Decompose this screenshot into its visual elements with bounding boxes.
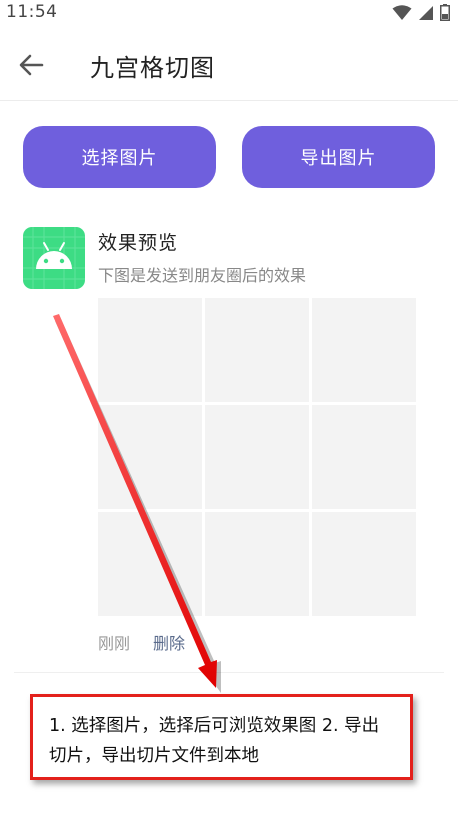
grid-cell[interactable]	[98, 298, 202, 402]
grid-cell[interactable]	[205, 512, 309, 616]
android-icon	[23, 227, 85, 289]
grid-cell[interactable]	[98, 512, 202, 616]
select-image-button[interactable]: 选择图片	[23, 126, 216, 188]
app-bar: 九宫格切图	[0, 28, 458, 101]
timestamp: 刚刚	[98, 634, 131, 653]
preview-subtitle: 下图是发送到朋友圈后的效果	[98, 266, 307, 285]
status-icons	[392, 4, 450, 21]
grid-cell[interactable]	[312, 405, 416, 509]
instruction-note: 1. 选择图片，选择后可浏览效果图 2. 导出切片，导出切片文件到本地	[30, 694, 413, 780]
arrow-left-icon[interactable]	[18, 52, 44, 78]
grid-cell[interactable]	[312, 298, 416, 402]
delete-link[interactable]: 删除	[153, 630, 185, 654]
battery-icon	[440, 4, 450, 21]
export-image-button[interactable]: 导出图片	[242, 126, 435, 188]
nine-grid-preview	[98, 298, 416, 616]
grid-cell[interactable]	[205, 298, 309, 402]
grid-cell[interactable]	[205, 405, 309, 509]
grid-cell[interactable]	[98, 405, 202, 509]
signal-icon	[419, 5, 433, 20]
wifi-icon	[392, 4, 412, 20]
grid-cell[interactable]	[312, 512, 416, 616]
divider	[14, 672, 444, 673]
preview-title: 效果预览	[98, 232, 179, 254]
page-title: 九宫格切图	[90, 54, 215, 82]
status-bar: 11:54	[0, 0, 458, 28]
status-time: 11:54	[6, 2, 58, 22]
